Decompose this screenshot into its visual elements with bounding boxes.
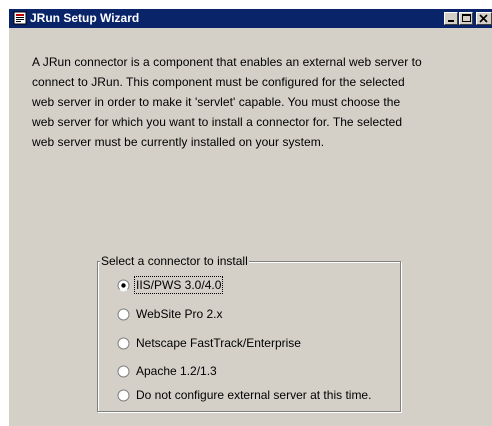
radio-button[interactable] <box>117 365 130 378</box>
maximize-icon <box>462 14 471 22</box>
window-title: JRun Setup Wizard <box>30 11 140 25</box>
maximize-button[interactable] <box>459 12 473 25</box>
setup-wizard-window: JRun Setup Wizard A JRun connector is a … <box>8 8 492 426</box>
jrun-app-icon[interactable] <box>13 11 27 25</box>
connector-groupbox: Select a connector to install IIS/PWS 3.… <box>97 253 401 412</box>
groupbox-legend: Select a connector to install <box>100 253 249 269</box>
close-button[interactable] <box>476 12 492 25</box>
minimize-icon <box>448 20 454 22</box>
description-line: web server must be currently installed o… <box>32 135 325 149</box>
description-line: web server in order to make it 'servlet'… <box>32 95 401 109</box>
radio-label: WebSite Pro 2.x <box>136 307 223 321</box>
description-line: A JRun connector is a component that ena… <box>32 55 422 69</box>
radio-button[interactable] <box>117 337 130 350</box>
radio-button-selected[interactable] <box>117 279 130 292</box>
radio-label: Netscape FastTrack/Enterprise <box>136 336 301 350</box>
radio-button[interactable] <box>117 389 130 402</box>
radio-label: Do not configure external server at this… <box>136 388 372 402</box>
close-icon <box>479 14 488 23</box>
minimize-button[interactable] <box>444 12 458 25</box>
radio-button[interactable] <box>117 308 130 321</box>
description-line: connect to JRun. This component must be … <box>32 75 405 89</box>
description-line: web server for which you want to install… <box>32 115 403 129</box>
title-bar[interactable]: JRun Setup Wizard <box>9 9 492 28</box>
radio-label: IIS/PWS 3.0/4.0 <box>133 276 224 294</box>
connector-description: A JRun connector is a component that ena… <box>32 52 472 152</box>
radio-label: Apache 1.2/1.3 <box>136 364 217 378</box>
